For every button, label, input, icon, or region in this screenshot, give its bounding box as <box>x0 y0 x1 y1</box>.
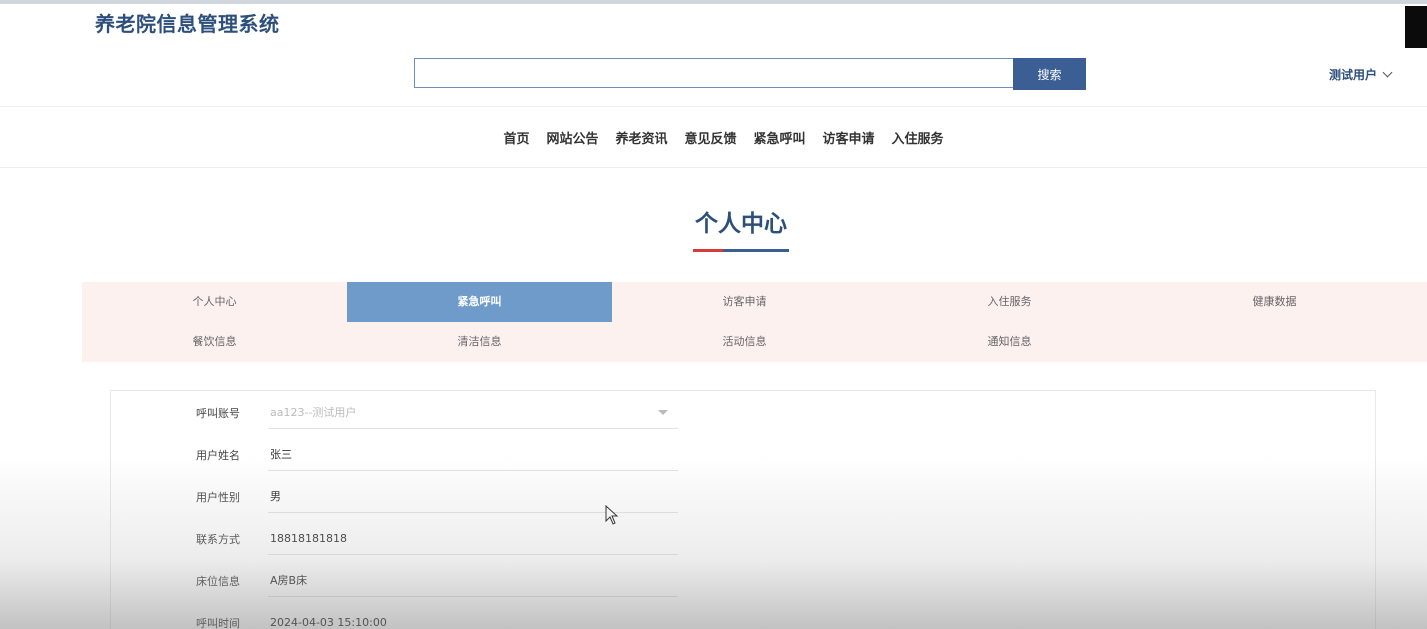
call-account-value: aa123--测试用户 <box>270 406 357 419</box>
nav-item-emergency-call[interactable]: 紧急呼叫 <box>754 128 806 147</box>
search-bar: 搜索 <box>414 58 1086 90</box>
chevron-down-icon <box>1382 67 1393 78</box>
form-row-bed-info: 床位信息 A房B床 <box>196 565 678 597</box>
tab-row-2: 餐饮信息 清洁信息 活动信息 通知信息 <box>82 322 1427 362</box>
search-button[interactable]: 搜索 <box>1013 58 1086 90</box>
search-input[interactable] <box>414 58 1013 88</box>
title-underline <box>693 249 789 252</box>
form-label: 用户姓名 <box>196 449 240 462</box>
nav-item-feedback[interactable]: 意见反馈 <box>684 128 736 147</box>
corner-block <box>1405 6 1427 48</box>
tab-row-1: 个人中心 紧急呼叫 访客申请 入住服务 健康数据 <box>82 282 1427 322</box>
call-time-field[interactable]: 2024-04-03 15:10:00 <box>268 607 678 629</box>
mouse-pointer-icon <box>605 505 619 525</box>
form-label: 床位信息 <box>196 575 240 588</box>
form-row-call-time: 呼叫时间 2024-04-03 15:10:00 <box>196 607 678 629</box>
form-label: 呼叫时间 <box>196 617 240 629</box>
form-row-call-account: 呼叫账号 aa123--测试用户 <box>196 397 678 429</box>
user-name-field[interactable]: 张三 <box>268 439 678 471</box>
call-account-select[interactable]: aa123--测试用户 <box>268 397 678 429</box>
main-nav: 首页 网站公告 养老资讯 意见反馈 紧急呼叫 访客申请 入住服务 <box>0 106 1427 168</box>
nav-item-visitor-application[interactable]: 访客申请 <box>823 128 875 147</box>
section-title: 个人中心 <box>695 211 787 237</box>
tab-notification-info[interactable]: 通知信息 <box>877 322 1142 362</box>
underline-red <box>693 249 723 252</box>
tab-activity-info[interactable]: 活动信息 <box>612 322 877 362</box>
tab-visitor-application[interactable]: 访客申请 <box>612 282 877 322</box>
form-label: 联系方式 <box>196 533 240 546</box>
page: 养老院信息管理系统 搜索 测试用户 首页 网站公告 养老资讯 意见反馈 紧急呼叫… <box>0 0 1427 629</box>
tab-health-data[interactable]: 健康数据 <box>1142 282 1407 322</box>
profile-tabs: 个人中心 紧急呼叫 访客申请 入住服务 健康数据 餐饮信息 清洁信息 活动信息 … <box>82 282 1427 362</box>
tab-dining-info[interactable]: 餐饮信息 <box>82 322 347 362</box>
nav-item-home[interactable]: 首页 <box>503 128 529 147</box>
nav-item-news[interactable]: 养老资讯 <box>615 128 667 147</box>
bed-info-field[interactable]: A房B床 <box>268 565 678 597</box>
nav-item-announcements[interactable]: 网站公告 <box>546 128 598 147</box>
form-label: 呼叫账号 <box>196 407 240 420</box>
form-row-contact: 联系方式 18818181818 <box>196 523 678 555</box>
user-menu[interactable]: 测试用户 <box>1328 66 1393 83</box>
site-title[interactable]: 养老院信息管理系统 <box>95 8 280 37</box>
user-name: 测试用户 <box>1328 68 1377 82</box>
form-label: 用户性别 <box>196 491 240 504</box>
tab-personal-center[interactable]: 个人中心 <box>82 282 347 322</box>
tab-residence-service[interactable]: 入住服务 <box>877 282 1142 322</box>
underline-blue <box>723 249 789 252</box>
nav-item-residence-service[interactable]: 入住服务 <box>892 128 944 147</box>
top-rule <box>0 0 1427 4</box>
contact-field[interactable]: 18818181818 <box>268 523 678 555</box>
caret-down-icon <box>658 410 668 415</box>
tab-emergency-call[interactable]: 紧急呼叫 <box>347 282 612 322</box>
tab-cleaning-info[interactable]: 清洁信息 <box>347 322 612 362</box>
form-row-user-name: 用户姓名 张三 <box>196 439 678 471</box>
